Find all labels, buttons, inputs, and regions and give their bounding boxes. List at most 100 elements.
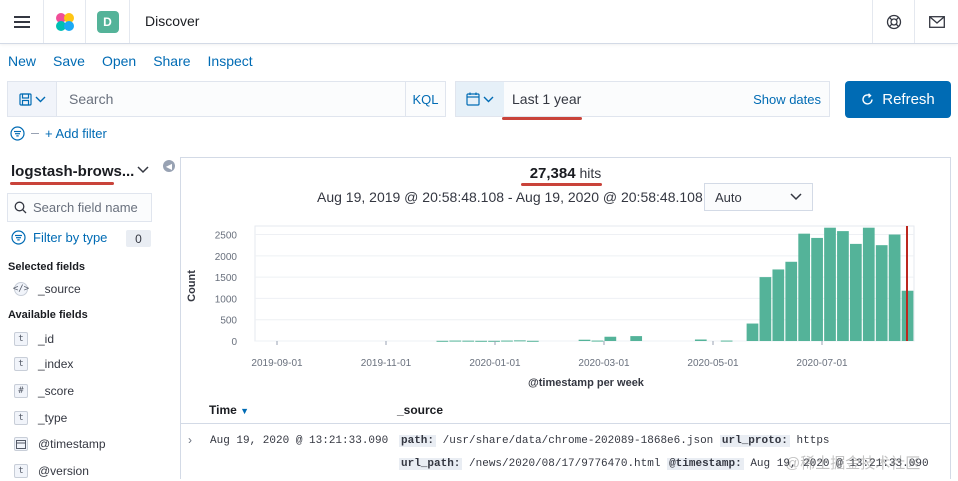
search-input[interactable]: Search xyxy=(57,91,405,107)
collapse-sidebar-button[interactable]: ◀ xyxy=(163,160,175,172)
chevron-left-icon: ◀ xyxy=(165,161,173,171)
histogram-bar[interactable] xyxy=(630,336,643,341)
interval-value: Auto xyxy=(715,189,742,205)
histogram-bar[interactable] xyxy=(785,261,798,341)
chevron-down-icon xyxy=(483,96,494,102)
source-type-icon: </> xyxy=(12,282,30,296)
expand-row-icon[interactable]: › xyxy=(188,433,192,447)
field-item[interactable]: @timestamp xyxy=(14,437,106,451)
field-key: url_proto: xyxy=(719,435,790,447)
date-range-text[interactable]: Last 1 year xyxy=(504,91,753,107)
field-item[interactable]: # _score xyxy=(14,384,74,398)
histogram-bar[interactable] xyxy=(862,227,875,341)
hits-summary: 27,384 hits xyxy=(181,165,950,182)
help-button[interactable] xyxy=(872,0,915,43)
chevron-down-icon xyxy=(790,193,802,201)
time-range-label: Aug 19, 2019 @ 20:58:48.108 - Aug 19, 20… xyxy=(317,189,721,205)
query-language-button[interactable]: KQL xyxy=(405,82,445,116)
histogram-bar[interactable] xyxy=(501,340,513,342)
search-icon xyxy=(14,201,27,214)
histogram-bar[interactable] xyxy=(759,277,772,341)
histogram-bar[interactable] xyxy=(888,234,901,341)
field-value: /usr/share/data/chrome-202089-1868e6.jso… xyxy=(442,435,714,447)
histogram-bar[interactable] xyxy=(720,340,733,342)
histogram-bar[interactable] xyxy=(526,340,539,342)
field-item[interactable]: t _type xyxy=(14,411,67,425)
help-icon xyxy=(886,14,901,29)
available-fields-title: Available fields xyxy=(8,309,88,321)
hamburger-icon xyxy=(13,13,30,31)
field-sidebar: logstash-brows... ◀ Search field name Fi… xyxy=(0,158,180,479)
annotation-underline xyxy=(10,182,114,185)
date-type-icon xyxy=(14,437,28,451)
save-disk-icon xyxy=(18,92,32,106)
app-title: Discover xyxy=(145,13,200,29)
filter-count-badge: 0 xyxy=(126,230,151,247)
filter-by-type-button[interactable]: Filter by type xyxy=(11,230,107,245)
histogram-bar[interactable] xyxy=(694,339,707,341)
refresh-button[interactable]: Refresh xyxy=(845,81,951,118)
histogram-bar[interactable] xyxy=(746,323,759,341)
query-bar: Search KQL xyxy=(7,81,446,117)
save-button[interactable]: Save xyxy=(53,53,85,69)
calendar-icon xyxy=(466,92,480,106)
histogram-bar[interactable] xyxy=(475,340,487,342)
histogram-bar[interactable] xyxy=(875,245,888,341)
histogram-bar[interactable] xyxy=(798,233,811,341)
y-tick-label: 0 xyxy=(231,337,237,348)
field-key: url_path: xyxy=(399,458,463,470)
space-selector[interactable]: D xyxy=(86,0,130,43)
quick-date-button[interactable] xyxy=(456,82,504,116)
hits-count: 27,384 xyxy=(529,165,576,182)
add-filter-button[interactable]: + Add filter xyxy=(45,126,107,141)
field-item[interactable]: </> _source xyxy=(12,282,81,296)
interval-select[interactable]: Auto xyxy=(704,183,813,211)
histogram-bar[interactable] xyxy=(436,340,449,342)
histogram-bar[interactable] xyxy=(488,340,500,342)
y-tick-label: 500 xyxy=(220,316,237,327)
field-item[interactable]: t _id xyxy=(14,332,54,346)
inspect-button[interactable]: Inspect xyxy=(208,53,253,69)
y-axis-title: Count xyxy=(186,270,198,302)
index-pattern-selector[interactable]: logstash-brows... xyxy=(11,163,134,180)
histogram-chart[interactable]: 0 500 1000 1500 2000 2500 2019-09-01 2019-11-0… xyxy=(181,220,950,392)
histogram-bar[interactable] xyxy=(604,336,617,341)
histogram-bar[interactable] xyxy=(772,269,785,341)
field-item[interactable]: t _index xyxy=(14,357,73,371)
chevron-down-icon[interactable] xyxy=(137,166,149,174)
x-tick-label: 2020-01-01 xyxy=(469,358,521,369)
menu-button[interactable] xyxy=(0,0,44,43)
saved-query-button[interactable] xyxy=(8,82,57,116)
field-item[interactable]: t @version xyxy=(14,464,89,478)
share-button[interactable]: Share xyxy=(153,53,190,69)
field-name: @timestamp xyxy=(38,437,106,451)
filter-menu-icon[interactable] xyxy=(10,126,25,141)
histogram-bar[interactable] xyxy=(591,340,604,342)
histogram-bar[interactable] xyxy=(824,227,836,341)
histogram-bar[interactable] xyxy=(462,340,475,342)
field-key: @timestamp: xyxy=(667,458,744,470)
open-button[interactable]: Open xyxy=(102,53,136,69)
histogram-bar[interactable] xyxy=(837,231,849,341)
histogram-bar[interactable] xyxy=(849,243,862,341)
kibana-logo[interactable] xyxy=(44,0,86,43)
newsfeed-button[interactable] xyxy=(915,0,958,43)
string-type-icon: t xyxy=(14,357,28,371)
string-type-icon: t xyxy=(14,411,28,425)
time-column-header[interactable]: Time ▼ xyxy=(209,403,249,417)
top-nav-menu: New Save Open Share Inspect xyxy=(8,53,253,69)
new-button[interactable]: New xyxy=(8,53,36,69)
histogram-bar[interactable] xyxy=(514,340,526,342)
table-header: Time ▼ _source xyxy=(181,394,950,424)
number-type-icon: # xyxy=(14,384,28,398)
histogram-bar[interactable] xyxy=(578,339,591,341)
histogram-bar[interactable] xyxy=(449,340,462,342)
field-search-input[interactable]: Search field name xyxy=(7,193,152,222)
source-column-header: _source xyxy=(397,403,444,417)
histogram-bar[interactable] xyxy=(811,237,823,341)
field-value: https xyxy=(796,435,830,447)
field-name: @version xyxy=(38,464,89,478)
x-axis-title: @timestamp per week xyxy=(528,377,645,389)
show-dates-link[interactable]: Show dates xyxy=(753,92,829,107)
filter-icon xyxy=(11,230,26,245)
